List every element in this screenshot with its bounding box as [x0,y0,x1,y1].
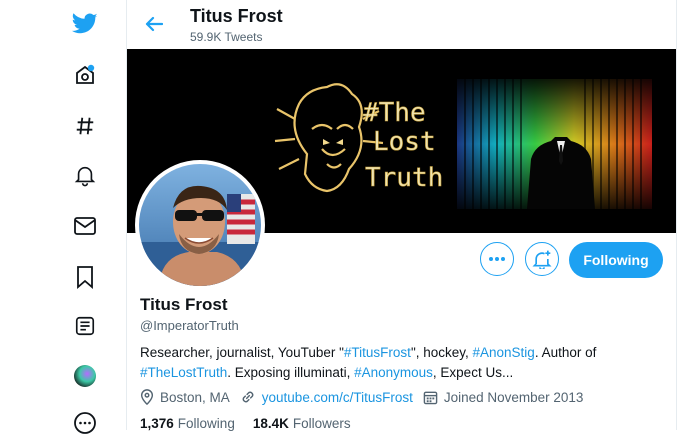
bio-text: ", hockey, [410,345,473,360]
messages-envelope-icon[interactable] [66,207,104,245]
profile-meta: Boston, MA youtube.com/c/TitusFrost Join… [140,389,593,405]
website-item: youtube.com/c/TitusFrost [240,389,413,405]
more-actions-button[interactable] [480,242,514,276]
explore-hashtag-icon[interactable] [66,107,104,145]
banner-text-line1: #The [363,98,426,128]
profile-name: Titus Frost [140,295,228,314]
bell-plus-icon [532,250,552,269]
column-divider-right [676,0,677,430]
bio-text: . Author of [534,345,597,360]
profile-handle: @ImperatorTruth [140,318,239,333]
banner-text-line2: Lost [373,127,436,157]
header-tweet-count: 59.9K Tweets [190,30,263,44]
avatar-photo [139,164,261,286]
twitter-logo-icon[interactable] [66,5,104,43]
profile-avatar[interactable] [135,160,265,290]
following-button[interactable]: Following [569,242,663,278]
followers-label: Followers [292,416,351,431]
location-item: Boston, MA [140,389,230,405]
following-count: 1,376 [140,416,174,431]
ellipsis-icon [489,257,505,261]
header-name: Titus Frost [190,6,283,26]
joined-text: Joined November 2013 [443,389,584,405]
left-nav [0,0,126,434]
profile-stats: 1,376 Following 18.4K Followers [140,416,369,431]
link-icon [242,391,254,403]
hashtag-link[interactable]: #TheLostTruth [140,365,227,380]
profile-header: Titus Frost 59.9K Tweets [127,0,676,49]
more-options-icon[interactable] [66,404,104,442]
location-text: Boston, MA [160,389,230,405]
home-icon[interactable] [66,56,104,94]
location-pin-icon [140,389,154,405]
back-arrow-icon[interactable] [139,9,169,39]
hashtag-link[interactable]: #Anonymous [354,365,433,380]
calendar-icon [423,391,438,404]
following-count-link[interactable]: 1,376 Following [140,416,235,431]
followers-count: 18.4K [252,416,289,431]
bio-text: . Exposing illuminati, [227,365,355,380]
bio-text: Researcher, journalist, YouTuber " [140,345,344,360]
profile-bio: Researcher, journalist, YouTuber "#Titus… [140,343,660,383]
joined-item: Joined November 2013 [423,389,584,405]
hashtag-link[interactable]: #TitusFrost [344,345,411,360]
lists-icon[interactable] [66,307,104,345]
banner-text-line3: Truth [365,163,443,193]
hashtag-link[interactable]: #AnonStig [473,345,535,360]
followers-count-link[interactable]: 18.4K Followers [253,416,351,431]
notifications-bell-icon[interactable] [66,156,104,194]
bio-text: , Expect Us... [432,365,514,380]
following-label: Following [177,416,235,431]
website-link[interactable]: youtube.com/c/TitusFrost [262,390,413,405]
bookmarks-icon[interactable] [66,258,104,296]
notify-button[interactable] [525,242,559,276]
profile-avatar-icon[interactable] [66,357,104,395]
